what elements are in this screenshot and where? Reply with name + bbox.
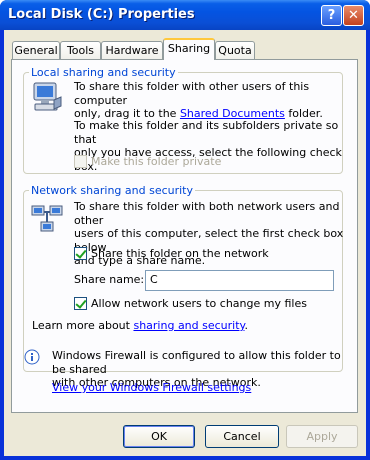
share-on-network-checkbox[interactable] (74, 247, 87, 260)
network-line1: To share this folder with both network u… (74, 200, 340, 227)
share-on-network-label: Share this folder on the network (91, 247, 269, 260)
tab-general[interactable]: General (12, 41, 60, 59)
computer-icon (33, 82, 62, 111)
close-button[interactable]: ✕ (343, 5, 364, 26)
learn-more-prefix: Learn more about (32, 319, 134, 332)
close-icon: ✕ (348, 8, 359, 23)
dialog-body: General Tools Hardware Sharing Quota Loc… (4, 30, 366, 456)
tab-label: Hardware (105, 44, 159, 57)
tab-tools[interactable]: Tools (60, 41, 101, 59)
help-button[interactable]: ? (321, 5, 342, 26)
title-bar[interactable]: Local Disk (C:) Properties ? ✕ (0, 0, 370, 30)
window-title: Local Disk (C:) Properties (8, 7, 195, 22)
apply-button[interactable]: Apply (286, 425, 358, 448)
tab-sharing[interactable]: Sharing (163, 38, 215, 60)
tab-quota[interactable]: Quota (215, 41, 255, 59)
make-private-checkbox[interactable] (74, 155, 87, 168)
tab-label: General (14, 44, 58, 57)
tab-label: Quota (218, 44, 252, 57)
cancel-button[interactable]: Cancel (205, 425, 279, 448)
allow-change-checkbox[interactable] (74, 297, 87, 310)
local-share-line1: To share this folder with other users of… (74, 80, 310, 107)
help-icon: ? (327, 8, 336, 23)
make-private-label: Make this folder private (91, 155, 222, 168)
firewall-settings-link[interactable]: View your Windows Firewall settings (52, 381, 251, 395)
learn-more-text: Learn more about sharing and security. (32, 319, 248, 333)
local-share-text: To share this folder with other users of… (74, 80, 344, 121)
sharing-security-link[interactable]: sharing and security (133, 319, 244, 332)
tab-label: Tools (66, 44, 95, 57)
local-sharing-legend: Local sharing and security (31, 66, 176, 79)
learn-more-suffix: . (244, 319, 248, 332)
ok-button[interactable]: OK (123, 425, 195, 448)
private-line1: To make this folder and its subfolders p… (74, 119, 339, 146)
properties-window: Local Disk (C:) Properties ? ✕ General T… (0, 0, 370, 460)
network-sharing-legend: Network sharing and security (31, 184, 194, 197)
info-icon (24, 349, 40, 365)
share-name-input[interactable]: C (145, 270, 334, 291)
network-icon (31, 205, 63, 232)
sharing-panel: Local sharing and security To share this… (11, 59, 358, 413)
tab-label: Sharing (167, 42, 211, 55)
firewall-line1: Windows Firewall is configured to allow … (52, 349, 341, 376)
tab-hardware[interactable]: Hardware (101, 41, 163, 59)
allow-change-label: Allow network users to change my files (91, 297, 307, 310)
share-name-label: Share name: (74, 273, 145, 286)
